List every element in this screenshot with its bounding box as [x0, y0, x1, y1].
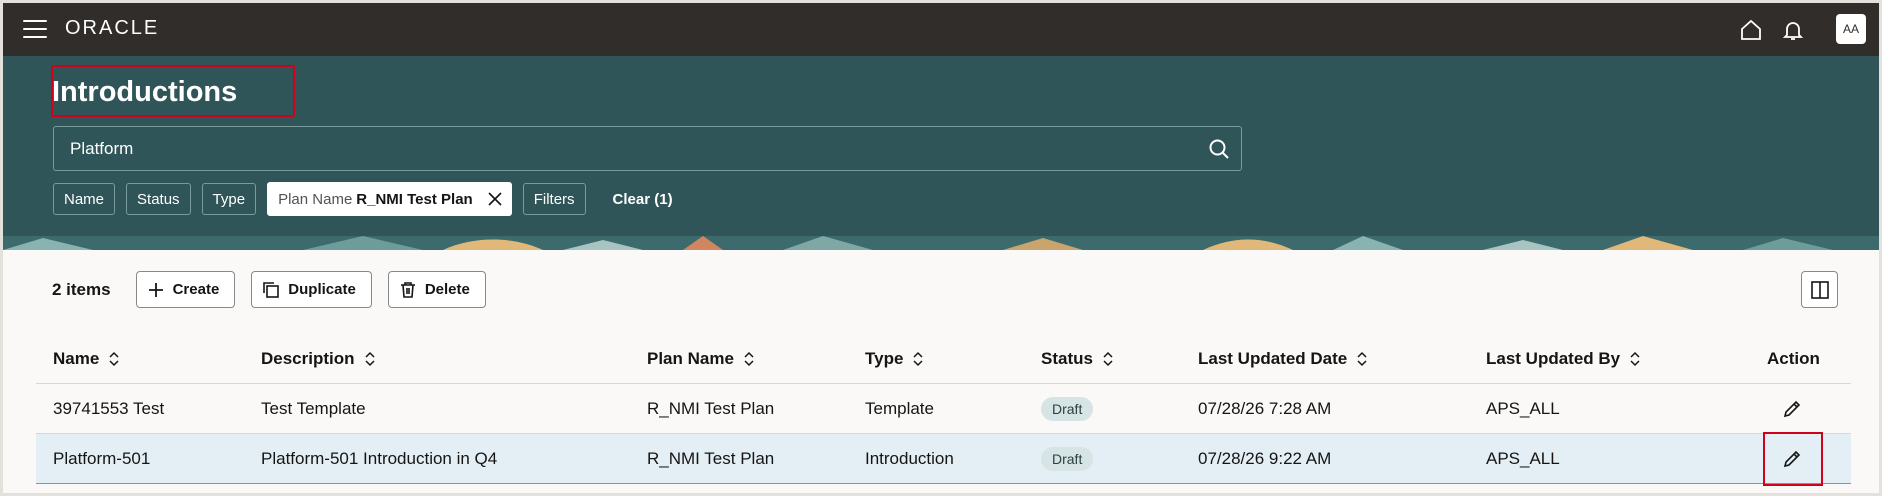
- filter-status-chip[interactable]: Status: [126, 183, 191, 215]
- create-label: Create: [172, 281, 220, 298]
- delete-label: Delete: [424, 281, 470, 298]
- bell-icon[interactable]: [1781, 18, 1805, 42]
- filters-button[interactable]: Filters: [522, 183, 586, 215]
- cell-description: Platform-501 Introduction in Q4: [261, 448, 498, 468]
- split-view-icon: [1810, 280, 1829, 299]
- chip-value-label: R_NMI Test Plan: [356, 190, 473, 208]
- chip-key-label: Plan Name: [278, 190, 353, 208]
- filter-chips: Name Status Type Plan Name R_NMI Test Pl…: [53, 182, 673, 216]
- column-header-last-updated-by[interactable]: Last Updated By: [1486, 349, 1641, 369]
- cell-plan-name: R_NMI Test Plan: [647, 398, 775, 418]
- cell-last-updated-date: 07/28/26 7:28 AM: [1198, 398, 1332, 418]
- oracle-logo: ORACLE: [65, 17, 160, 39]
- column-label: Description: [261, 348, 355, 368]
- duplicate-button[interactable]: Duplicate: [251, 271, 372, 308]
- column-label: Action: [1767, 348, 1820, 368]
- column-label: Name: [53, 348, 100, 368]
- column-label: Type: [865, 348, 904, 368]
- menu-icon[interactable]: [23, 20, 47, 38]
- column-header-description[interactable]: Description: [261, 349, 376, 369]
- cell-name: Platform-501: [53, 448, 151, 468]
- cell-description: Test Template: [261, 398, 366, 418]
- column-header-type[interactable]: Type: [865, 349, 924, 369]
- table-header-row: Name Description Plan Name Type Status L…: [36, 334, 1851, 384]
- column-header-last-updated-date[interactable]: Last Updated Date: [1198, 349, 1368, 369]
- cell-last-updated-by: APS_ALL: [1486, 448, 1560, 468]
- page-title: Introductions: [52, 76, 238, 108]
- column-header-action: Action: [1767, 349, 1820, 369]
- status-badge: Draft: [1041, 396, 1094, 421]
- global-header: ORACLE AA: [0, 0, 1882, 56]
- table-toolbar: 2 items Create Duplicate Delete: [52, 271, 502, 308]
- cell-type: Template: [865, 398, 934, 418]
- column-label: Status: [1041, 348, 1093, 368]
- filter-plan-name-chip[interactable]: Plan Name R_NMI Test Plan: [267, 182, 512, 216]
- delete-button[interactable]: Delete: [387, 271, 486, 308]
- search-icon[interactable]: [1207, 137, 1231, 161]
- column-label: Plan Name: [647, 348, 734, 368]
- search-input[interactable]: [54, 127, 1184, 170]
- cell-plan-name: R_NMI Test Plan: [647, 448, 775, 468]
- duplicate-label: Duplicate: [288, 281, 356, 298]
- column-header-name[interactable]: Name: [53, 349, 120, 369]
- trash-icon: [400, 281, 415, 298]
- sort-icon: [913, 351, 923, 366]
- item-count: 2 items: [52, 279, 111, 299]
- filter-type-chip[interactable]: Type: [201, 183, 257, 215]
- sort-icon: [365, 351, 375, 366]
- user-avatar[interactable]: AA: [1836, 14, 1866, 44]
- panel-toggle-button[interactable]: [1801, 271, 1838, 308]
- create-button[interactable]: Create: [135, 271, 236, 308]
- column-label: Last Updated Date: [1198, 348, 1348, 368]
- search-box: [53, 126, 1242, 171]
- clear-filters-link[interactable]: Clear (1): [613, 191, 673, 208]
- decorative-banner: [3, 236, 1879, 250]
- table-row[interactable]: 39741553 Test Test Template R_NMI Test P…: [36, 384, 1851, 434]
- introductions-table: Name Description Plan Name Type Status L…: [36, 334, 1851, 484]
- sort-icon: [744, 351, 754, 366]
- sort-icon: [1630, 351, 1640, 366]
- close-icon[interactable]: [487, 191, 503, 207]
- page-header: Introductions Name Status Type Plan Name…: [3, 56, 1879, 250]
- home-icon[interactable]: [1739, 18, 1763, 42]
- column-header-status[interactable]: Status: [1041, 349, 1114, 369]
- cell-last-updated-date: 07/28/26 9:22 AM: [1198, 448, 1332, 468]
- cell-last-updated-by: APS_ALL: [1486, 398, 1560, 418]
- pencil-icon[interactable]: [1782, 449, 1802, 469]
- cell-name: 39741553 Test: [53, 398, 165, 418]
- column-header-plan-name[interactable]: Plan Name: [647, 349, 755, 369]
- plus-icon: [148, 282, 163, 297]
- sort-icon: [109, 351, 119, 366]
- table-row[interactable]: Platform-501 Platform-501 Introduction i…: [36, 434, 1851, 484]
- copy-icon: [263, 281, 280, 298]
- cell-type: Introduction: [865, 448, 954, 468]
- status-badge: Draft: [1041, 446, 1094, 471]
- pencil-icon[interactable]: [1782, 399, 1802, 419]
- sort-icon: [1103, 351, 1113, 366]
- sort-icon: [1357, 351, 1367, 366]
- filter-name-chip[interactable]: Name: [53, 183, 116, 215]
- column-label: Last Updated By: [1486, 348, 1621, 368]
